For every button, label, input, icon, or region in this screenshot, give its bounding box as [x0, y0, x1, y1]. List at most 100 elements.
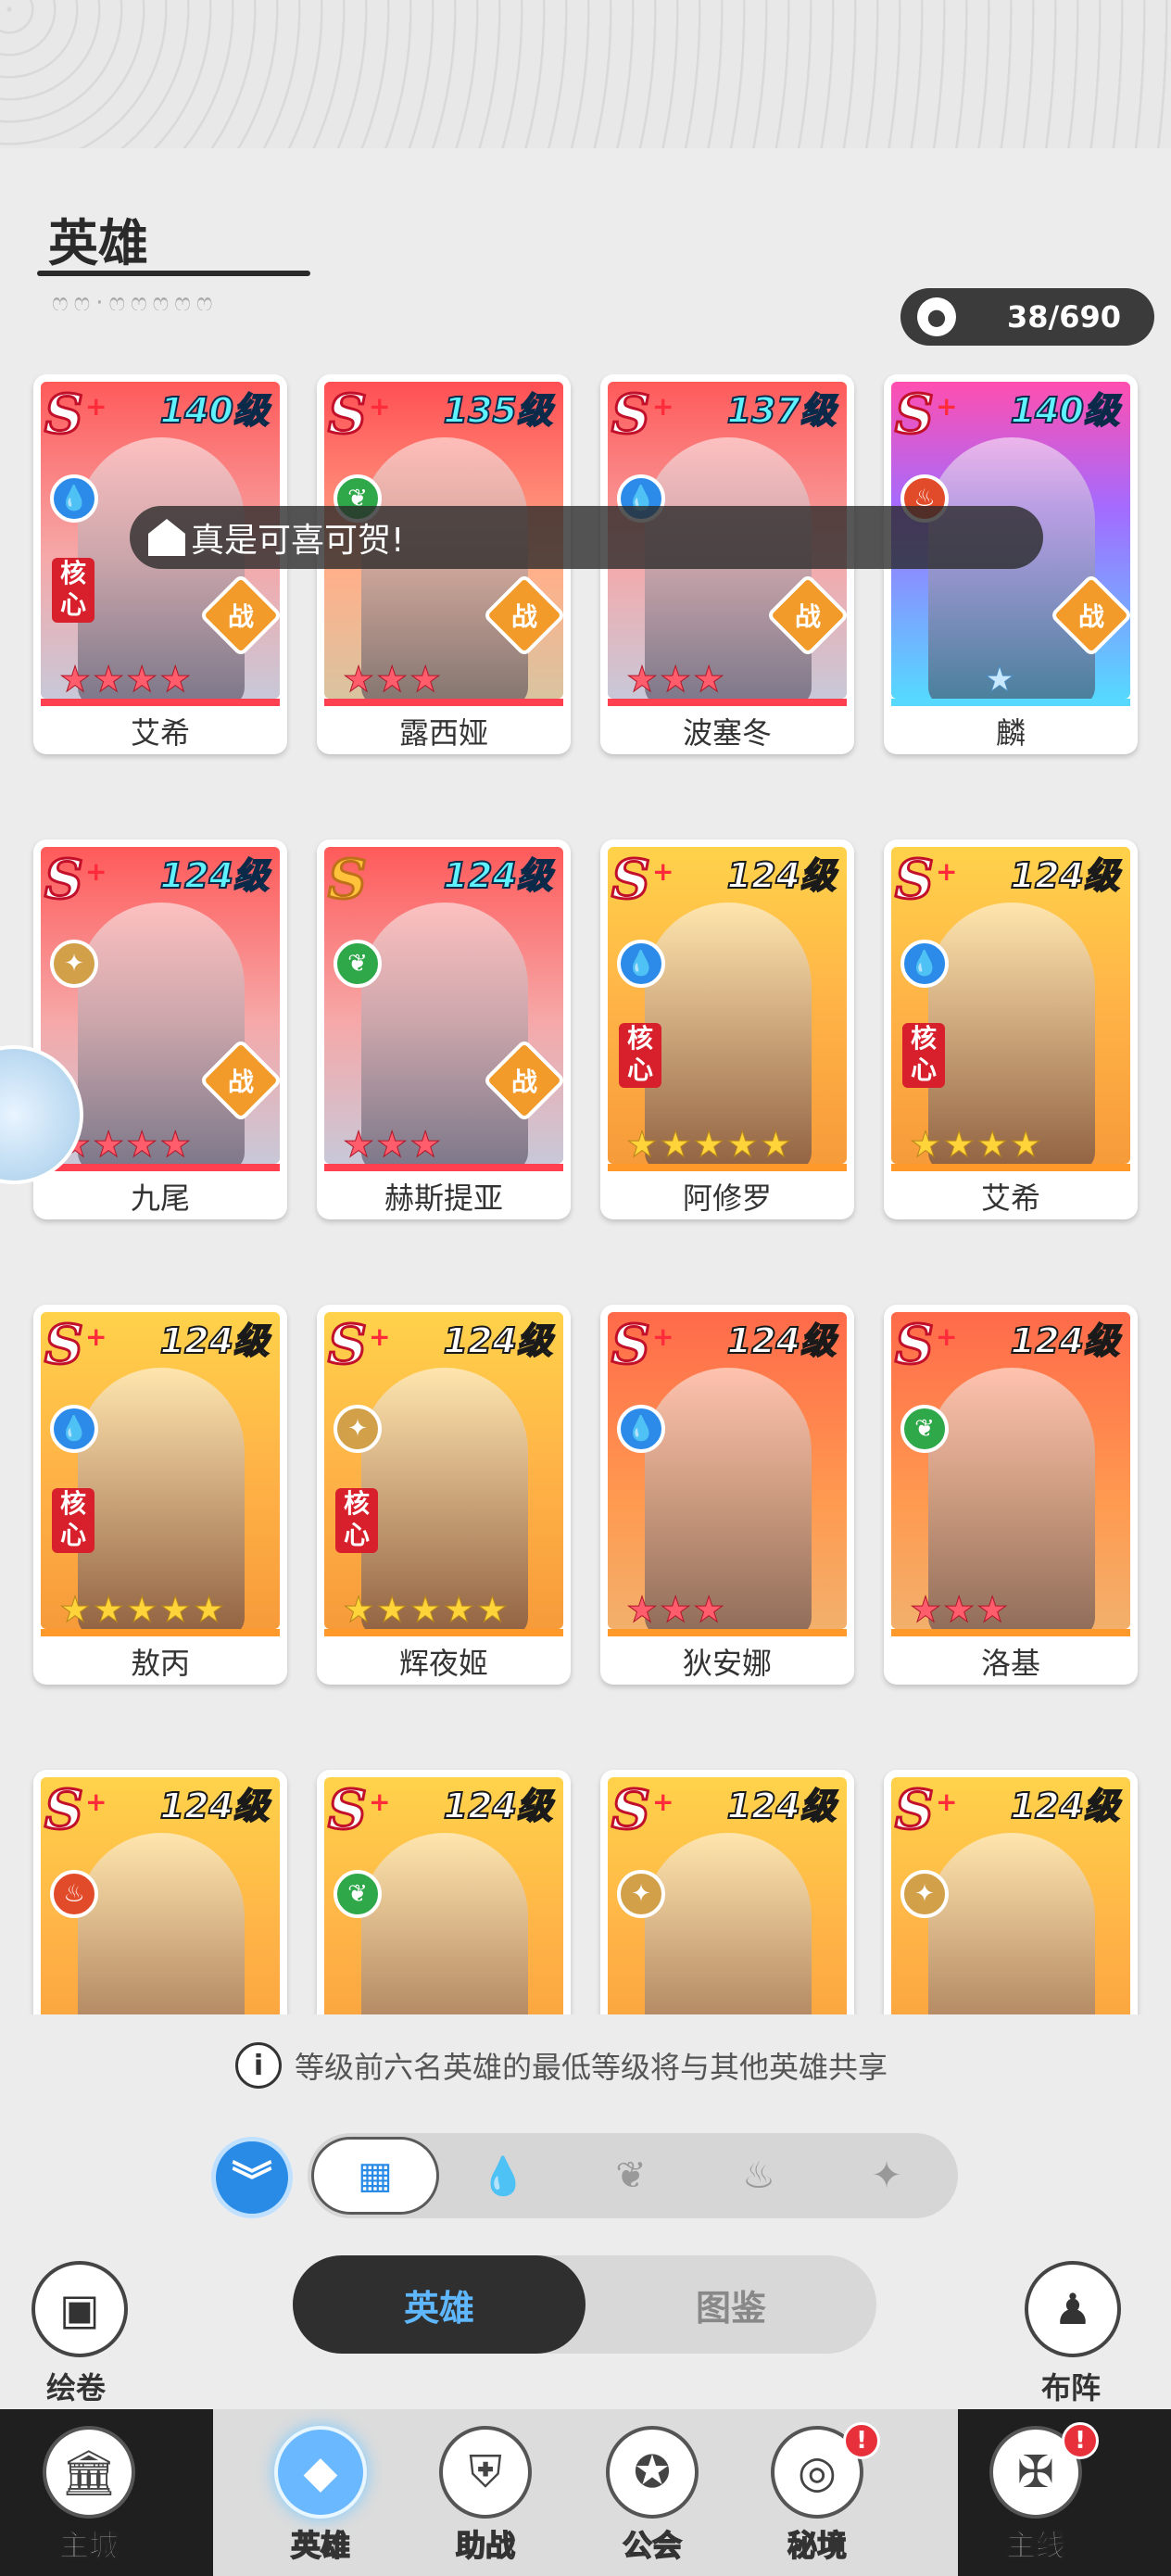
top-background [0, 0, 1171, 148]
core-badge-line2: 心 [59, 589, 86, 620]
hero-card[interactable]: S +124级 ❦ ★ ★ ★ 洛基 [884, 1305, 1138, 1685]
hero-level: 140级 [159, 390, 270, 431]
star-icon: ★ [625, 659, 659, 699]
rank-badge: S [44, 1778, 85, 1841]
hero-card[interactable]: S 124级 ❦ 战 ★ ★ ★ 赫斯提亚 [317, 840, 571, 1219]
hero-name: 艾希 [130, 715, 190, 751]
card-rarity-bar [891, 699, 1130, 706]
core-badge-line1: 核 [626, 1023, 653, 1054]
battle-badge-text: 战 [510, 1067, 537, 1097]
nav-label: 主线 [1005, 2528, 1065, 2564]
card-rarity-bar [324, 1164, 563, 1171]
nav-item-3[interactable]: ✪ 公会 [569, 2409, 736, 2576]
rank-plus: + [85, 391, 107, 422]
card-rarity-bar [41, 699, 280, 706]
hero-grid[interactable]: S +140级 💧 核心战 ★ ★ ★ ★ 艾希 S +135级 ❦ 战 ★ ★ ★ 露西娅 S +137级 💧 战 ★ ★… [28, 374, 1149, 2014]
hero-portrait: S +124级 💧 ★ ★ ★ [608, 1312, 847, 1629]
hero-level: 124级 [443, 1320, 553, 1361]
fire-filter-icon: ♨ [742, 2154, 775, 2197]
hero-level: 124级 [159, 855, 270, 896]
title-decoration: ෆෆ·ෆෆෆෆෆ [52, 289, 219, 317]
hero-card[interactable]: S +124级 💧 ★ ★ ★ 狄安娜 [600, 1305, 854, 1685]
star-icon: ★ [476, 1589, 509, 1629]
hero-card[interactable]: S +124级 💧 核心 ★ ★ ★ ★ 艾希 [884, 840, 1138, 1219]
fire-filter-button[interactable]: ♨ [695, 2137, 823, 2215]
star-icon: ★ [126, 1589, 158, 1629]
nav-item-2[interactable]: ⛨ 助战 [402, 2409, 569, 2576]
all-filter-button[interactable]: ▦ [311, 2137, 439, 2215]
card-rarity-bar [608, 699, 847, 706]
rank-plus: + [369, 1787, 391, 1817]
star-icon: ★ [159, 1589, 192, 1629]
rank-badge: S [611, 1313, 652, 1376]
rank-plus: + [369, 1321, 391, 1352]
view-tab-switch: 英雄 图鉴 [293, 2255, 876, 2354]
star-rating: ★ ★ ★ [342, 659, 441, 699]
light-filter-button[interactable]: ✦ [823, 2137, 951, 2215]
light-element-icon: ✦ [50, 940, 98, 988]
star-icon: ★ [159, 1124, 192, 1164]
rank-badge: S [44, 1313, 85, 1376]
hero-card[interactable]: S +124级 💧 核心 ★ ★ ★ ★ ★ 阿修罗 [600, 840, 854, 1219]
rank-badge: S [611, 848, 652, 911]
rank-badge: S [44, 848, 85, 911]
star-icon: ★ [93, 1124, 125, 1164]
info-icon[interactable]: i [235, 2042, 282, 2089]
core-badge-line2: 心 [626, 1054, 653, 1085]
hero-count-text: 38/690 [1006, 299, 1121, 335]
alert-badge: ! [1062, 2422, 1099, 2459]
hero-card[interactable]: S +124级 ✦ 核心 ★ ★ ★ ★ ★ 辉夜姬 [317, 1305, 571, 1685]
toast-text: 真是可喜可贺! [191, 522, 405, 560]
star-icon: ★ [693, 1124, 725, 1164]
rank-badge: S [611, 1778, 652, 1841]
formation-button[interactable]: ♟ [1025, 2261, 1121, 2357]
core-badge: 核心 [52, 1488, 94, 1553]
core-badge-line1: 核 [910, 1023, 937, 1054]
water-filter-icon: 💧 [480, 2154, 526, 2198]
scroll-book-button[interactable]: ▣ [31, 2261, 128, 2357]
hero-card[interactable]: S +124级 ♨ [33, 1770, 287, 2014]
hero-card[interactable]: S+124级✦战★★★★九尾 [33, 840, 287, 1219]
hero-portrait: S 124级 ❦ 战 ★ ★ ★ [324, 847, 563, 1164]
card-rarity-bar [608, 1164, 847, 1171]
hero-card[interactable]: S +124级 ❦ [317, 1770, 571, 2014]
water-element-icon: 💧 [50, 1405, 98, 1453]
hero-level: 124级 [1010, 1320, 1120, 1361]
hero-card[interactable]: S +124级 ✦ [600, 1770, 854, 2014]
rank-badge: S [894, 1313, 936, 1376]
rank-plus: + [85, 856, 107, 887]
star-icon: ★ [376, 659, 409, 699]
star-rating: ★ ★ ★ ★ ★ [625, 1124, 791, 1164]
hero-level: 140级 [1010, 390, 1120, 431]
hero-figure [361, 1833, 528, 2014]
hero-name: 波塞冬 [682, 715, 772, 751]
card-rarity-bar [41, 1629, 280, 1636]
rank-badge: S [327, 1778, 369, 1841]
tab-codex[interactable]: 图鉴 [586, 2255, 876, 2354]
hero-card[interactable]: S +124级 ✦ [884, 1770, 1138, 2014]
tab-heroes[interactable]: 英雄 [293, 2255, 586, 2354]
star-icon: ★ [693, 659, 725, 699]
nav-item-5[interactable]: ✠ 主线! [952, 2409, 1119, 2576]
level-share-info: i 等级前六名英雄的最低等级将与其他英雄共享 [235, 2042, 888, 2089]
wood-filter-button[interactable]: ❦ [567, 2137, 695, 2215]
star-rating: ★ ★ ★ [342, 1127, 441, 1163]
rank-badge: S [894, 383, 936, 446]
nav-item-4[interactable]: ◎ 秘境! [734, 2409, 900, 2576]
hero-level: 124级 [1010, 1786, 1120, 1826]
hero-icon: ◆ [274, 2426, 367, 2519]
nav-label: 英雄 [290, 2527, 351, 2564]
page-title: 英雄 [48, 214, 148, 272]
info-text: 等级前六名英雄的最低等级将与其他英雄共享 [295, 2050, 888, 2085]
double-chevron-down-icon[interactable]: ︾ [211, 2137, 293, 2218]
nav-item-0[interactable]: 🏛 主城 [6, 2409, 172, 2576]
wood-element-icon: ❦ [900, 1405, 949, 1453]
hero-portrait: S +124级 ✦ [891, 1777, 1130, 2014]
card-rarity-bar [41, 1164, 280, 1171]
hero-figure [78, 1833, 245, 2014]
hero-card[interactable]: S +124级 💧 核心 ★ ★ ★ ★ ★ 敖丙 [33, 1305, 287, 1685]
nav-item-1[interactable]: ◆ 英雄 [237, 2409, 404, 2576]
star-icon: ★ [976, 1124, 1009, 1164]
water-filter-button[interactable]: 💧 [439, 2137, 567, 2215]
support-icon: ⛨ [439, 2426, 532, 2519]
